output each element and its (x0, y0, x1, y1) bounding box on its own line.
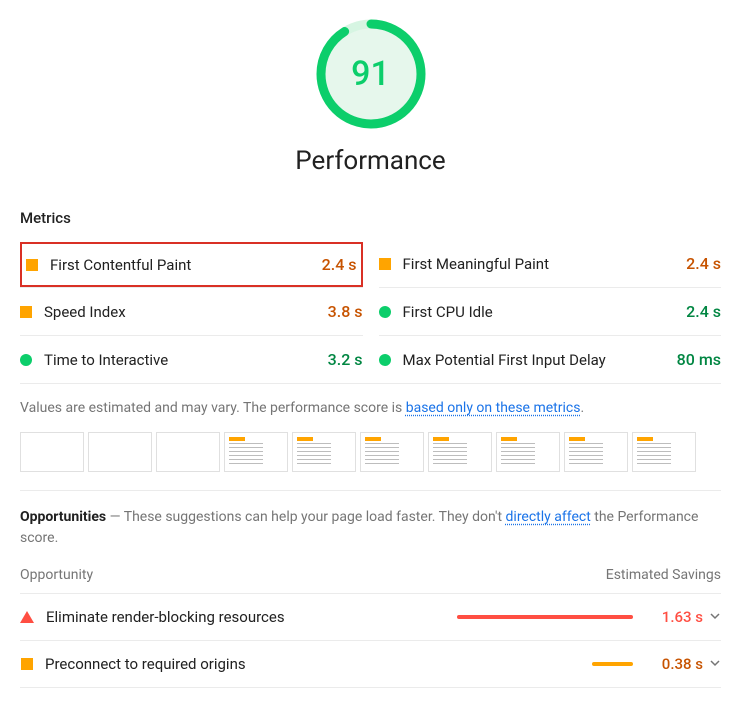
opportunity-value: 0.38 s (643, 655, 703, 673)
metric-row[interactable]: Max Potential First Input Delay80 ms (379, 335, 722, 383)
opps-desc-link[interactable]: directly affect (506, 509, 591, 525)
opportunity-label: Eliminate render-blocking resources (46, 608, 433, 626)
metric-label: Max Potential First Input Delay (403, 351, 677, 369)
metric-row[interactable]: First CPU Idle2.4 s (379, 287, 722, 335)
filmstrip-frame (224, 432, 288, 472)
status-square-icon (26, 259, 38, 271)
filmstrip-frame (20, 432, 84, 472)
filmstrip-frame (292, 432, 356, 472)
metric-value: 80 ms (677, 350, 721, 369)
metrics-footnote: Values are estimated and may vary. The p… (20, 383, 721, 432)
metric-value: 3.2 s (328, 350, 363, 369)
savings-bar (457, 615, 633, 619)
category-title: Performance (20, 146, 721, 176)
savings-bar (592, 662, 633, 666)
metric-label: First Contentful Paint (50, 256, 322, 274)
opportunity-value: 1.63 s (643, 608, 703, 626)
metric-value: 2.4 s (322, 255, 357, 274)
status-square-icon (20, 306, 32, 318)
status-circle-icon (379, 306, 391, 318)
performance-gauge: 91 (315, 18, 427, 130)
metric-row[interactable]: Time to Interactive3.2 s (20, 335, 363, 383)
filmstrip-frame (88, 432, 152, 472)
metric-value: 2.4 s (686, 254, 721, 273)
chevron-down-icon[interactable] (709, 655, 721, 673)
opportunity-row[interactable]: Preconnect to required origins 0.38 s (20, 641, 721, 688)
metrics-heading: Metrics (20, 209, 71, 227)
opportunities-description: Opportunities — These suggestions can he… (20, 507, 721, 549)
metric-label: Time to Interactive (44, 351, 328, 369)
chevron-down-icon[interactable] (709, 608, 721, 626)
status-circle-icon (379, 354, 391, 366)
status-square-icon (21, 658, 33, 670)
metric-row[interactable]: First Contentful Paint2.4 s (20, 242, 363, 287)
metric-row[interactable]: Speed Index3.8 s (20, 287, 363, 335)
status-triangle-icon (20, 611, 34, 623)
filmstrip-frame (156, 432, 220, 472)
status-square-icon (379, 258, 391, 270)
filmstrip-frame (428, 432, 492, 472)
opportunity-row[interactable]: Eliminate render-blocking resources 1.63 … (20, 594, 721, 641)
footnote-link[interactable]: based only on these metrics (406, 400, 581, 416)
metric-value: 3.8 s (328, 302, 363, 321)
filmstrip-frame (632, 432, 696, 472)
metric-value: 2.4 s (686, 302, 721, 321)
metric-label: First CPU Idle (403, 303, 687, 321)
metric-label: First Meaningful Paint (403, 255, 687, 273)
filmstrip-frame (564, 432, 628, 472)
metric-label: Speed Index (44, 303, 328, 321)
gauge-score: 91 (315, 18, 427, 130)
status-circle-icon (20, 354, 32, 366)
opportunity-label: Preconnect to required origins (45, 655, 433, 673)
filmstrip-frame (360, 432, 424, 472)
filmstrip-frame (496, 432, 560, 472)
opps-col-left: Opportunity (20, 567, 93, 583)
filmstrip (20, 432, 721, 491)
metric-row[interactable]: First Meaningful Paint2.4 s (379, 240, 722, 287)
opps-col-right: Estimated Savings (606, 567, 721, 583)
